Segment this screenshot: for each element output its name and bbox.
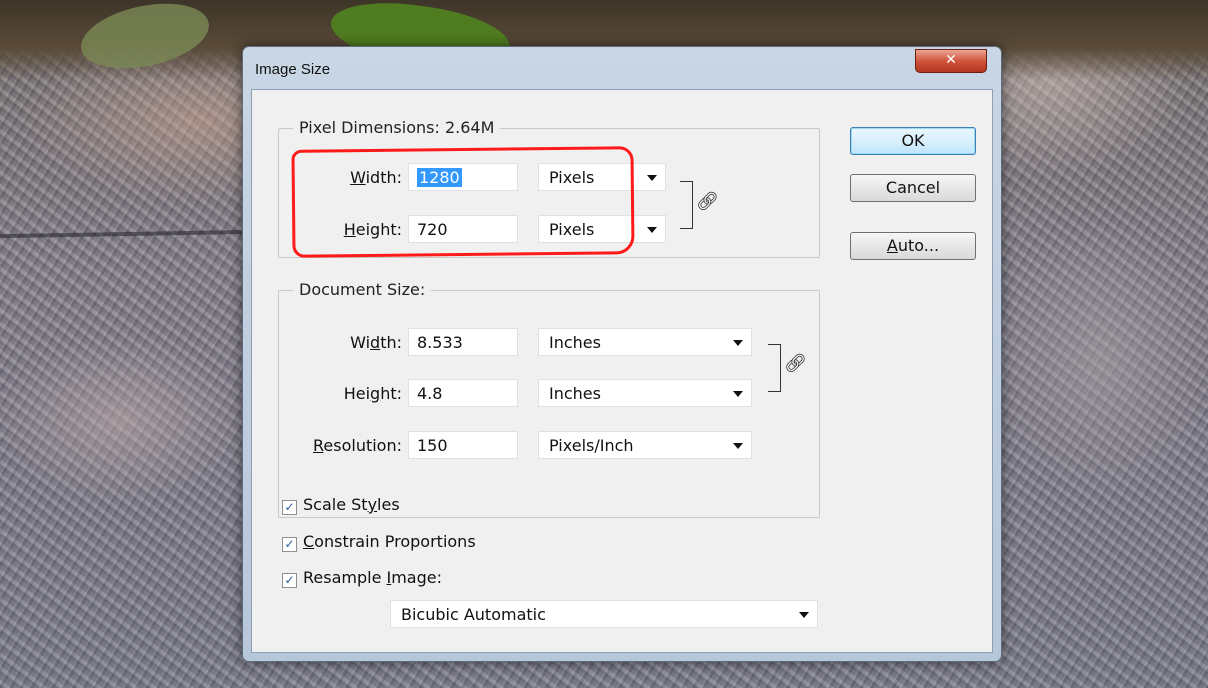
dialog-title: Image Size bbox=[255, 61, 331, 78]
dropdown-arrow-icon bbox=[733, 391, 743, 397]
resolution-label: Resolution: bbox=[313, 436, 402, 455]
constrain-proportions-option[interactable]: ✓ Constrain Proportions bbox=[282, 532, 476, 554]
check-icon: ✓ bbox=[284, 573, 295, 587]
scale-styles-checkbox[interactable]: ✓ bbox=[282, 500, 297, 515]
doc-width-label: Width: bbox=[350, 333, 402, 352]
scale-styles-option[interactable]: ✓ Scale Styles bbox=[282, 495, 400, 517]
check-icon: ✓ bbox=[284, 500, 295, 514]
resolution-input[interactable]: 150 bbox=[408, 431, 518, 459]
constrain-bracket bbox=[768, 344, 781, 392]
doc-height-input[interactable]: 4.8 bbox=[408, 379, 518, 407]
doc-width-unit-select[interactable]: Inches bbox=[538, 328, 752, 356]
check-icon: ✓ bbox=[284, 537, 295, 551]
dropdown-arrow-icon bbox=[733, 340, 743, 346]
constrain-bracket bbox=[680, 181, 693, 229]
doc-height-label: Height: bbox=[343, 384, 402, 403]
doc-width-input[interactable]: 8.533 bbox=[408, 328, 518, 356]
dropdown-arrow-icon bbox=[733, 443, 743, 449]
link-chain-icon: 🔗︎ bbox=[784, 353, 807, 374]
link-chain-icon: 🔗︎ bbox=[696, 191, 719, 212]
cancel-button[interactable]: Cancel bbox=[850, 174, 976, 202]
dropdown-arrow-icon bbox=[647, 175, 657, 181]
resolution-unit-select[interactable]: Pixels/Inch bbox=[538, 431, 752, 459]
doc-height-unit-select[interactable]: Inches bbox=[538, 379, 752, 407]
close-icon: ✕ bbox=[945, 52, 957, 68]
document-size-legend: Document Size: bbox=[293, 280, 432, 299]
pixel-dimensions-legend: Pixel Dimensions: 2.64M bbox=[293, 118, 501, 137]
ok-button[interactable]: OK bbox=[850, 127, 976, 155]
red-annotation-outline bbox=[291, 146, 635, 258]
title-bar[interactable]: Image Size ✕ bbox=[243, 47, 1001, 89]
resample-image-option[interactable]: ✓ Resample Image: bbox=[282, 568, 442, 590]
resample-method-select[interactable]: Bicubic Automatic bbox=[390, 600, 818, 628]
stone-seam bbox=[0, 229, 251, 239]
constrain-proportions-checkbox[interactable]: ✓ bbox=[282, 537, 297, 552]
auto-button[interactable]: Auto... bbox=[850, 232, 976, 260]
image-size-dialog: Image Size ✕ Pixel Dimensions: 2.64M Wid… bbox=[242, 46, 1002, 662]
dropdown-arrow-icon bbox=[647, 227, 657, 233]
resample-image-checkbox[interactable]: ✓ bbox=[282, 573, 297, 588]
close-button[interactable]: ✕ bbox=[915, 49, 987, 73]
dropdown-arrow-icon bbox=[799, 612, 809, 618]
